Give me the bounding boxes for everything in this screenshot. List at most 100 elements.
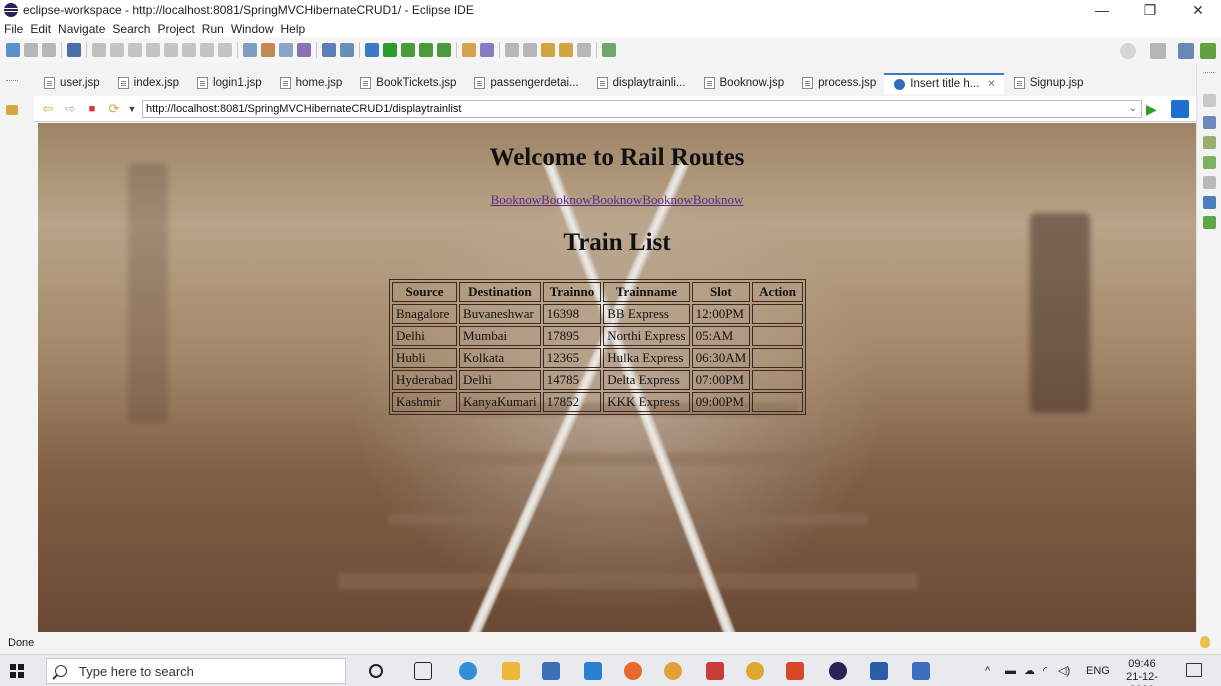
file-explorer-icon[interactable] [502,662,520,680]
servers-icon[interactable] [1203,216,1216,229]
step-return-icon[interactable] [218,43,232,57]
clock[interactable]: 09:46 21-12-2020 [1120,658,1164,686]
booknow-link[interactable]: Booknow [491,192,542,207]
suspend-icon[interactable] [128,43,142,57]
volume-icon[interactable]: ◁) [1058,655,1070,686]
new-icon[interactable] [6,43,20,57]
search-tools-icon[interactable] [480,43,494,57]
skip-breakpoints-icon[interactable] [92,43,106,57]
forward-icon[interactable] [577,43,591,57]
previous-annotation-icon[interactable] [523,43,537,57]
menu-help[interactable]: Help [281,22,306,36]
tab-signup-jsp[interactable]: Signup.jsp [1004,73,1092,93]
globe-icon[interactable] [322,43,336,57]
app-icon[interactable] [870,662,888,680]
store-icon[interactable] [542,662,560,680]
step-over-icon[interactable] [200,43,214,57]
menu-run[interactable]: Run [202,22,224,36]
palette-icon[interactable] [1203,116,1216,129]
onedrive-icon[interactable]: ☁ [1024,655,1035,686]
step-into-icon[interactable] [182,43,196,57]
booknow-link[interactable]: Booknow [592,192,643,207]
app-icon[interactable] [912,662,930,680]
new-java-project-icon[interactable] [401,43,415,57]
restore-view-icon[interactable] [6,105,18,115]
show-hidden-icons-icon[interactable]: ^ [985,655,990,686]
url-input[interactable]: http://localhost:8081/SpringMVCHibernate… [142,100,1142,118]
forward-arrow-icon[interactable]: ⇨ [62,101,78,117]
restore-button[interactable]: ❐ [1127,0,1173,20]
cortana-icon[interactable] [369,664,383,678]
resume-icon[interactable] [110,43,124,57]
close-tab-icon[interactable]: ✕ [987,79,995,90]
new-server-icon[interactable] [279,43,293,57]
tab-insert-title[interactable]: Insert title h... ✕ [884,72,1004,94]
tab-login1-jsp[interactable]: login1.jsp [187,73,270,93]
eclipse-icon[interactable] [829,662,847,680]
java-ee-perspective-icon[interactable] [1178,43,1194,59]
search-icon[interactable] [1120,43,1136,59]
booknow-link[interactable]: Booknow [541,192,592,207]
edge-icon[interactable] [459,662,477,680]
mail-icon[interactable] [584,662,602,680]
history-dropdown-icon[interactable]: ▼ [124,101,140,117]
web-browser-icon[interactable] [297,43,311,57]
disconnect-icon[interactable] [164,43,178,57]
menu-window[interactable]: Window [231,22,274,36]
menu-edit[interactable]: Edit [30,22,51,36]
tab-booknow-jsp[interactable]: Booknow.jsp [694,73,793,93]
chrome-icon[interactable] [746,662,764,680]
new-class-icon[interactable] [437,43,451,57]
tip-bulb-icon[interactable] [1200,636,1210,648]
language-indicator[interactable]: ENG [1086,655,1110,686]
tab-displaytrainlist[interactable]: displaytrainli... [587,73,694,93]
task-list-icon[interactable] [1203,136,1216,149]
task-view-icon[interactable] [414,662,432,680]
terminate-icon[interactable] [146,43,160,57]
office-icon[interactable] [786,662,804,680]
menu-file[interactable]: File [4,22,23,36]
drop-to-frame-icon[interactable] [243,43,257,57]
refresh-icon[interactable]: ⟳ [106,101,122,117]
booknow-link[interactable]: Booknow [693,192,744,207]
properties-icon[interactable] [1203,176,1216,189]
run-icon[interactable]: ▶ [1146,100,1164,118]
menu-search[interactable]: Search [112,22,150,36]
app-icon[interactable] [706,662,724,680]
menu-navigate[interactable]: Navigate [58,22,105,36]
run-icon[interactable] [383,43,397,57]
firefox-icon[interactable] [624,662,642,680]
close-button[interactable]: ✕ [1175,0,1221,20]
minimize-view-icon[interactable] [6,80,18,90]
windows-start-icon[interactable] [10,664,24,678]
tab-booktickets-jsp[interactable]: BookTickets.jsp [350,73,464,93]
taskbar-search-input[interactable]: Type here to search [46,658,346,684]
chrome-icon[interactable] [664,662,682,680]
tab-index-jsp[interactable]: index.jsp [108,73,187,93]
tab-passengerdetails[interactable]: passengerdetai... [464,73,586,93]
pin-editor-icon[interactable] [602,43,616,57]
menu-project[interactable]: Project [157,22,194,36]
terminal-icon[interactable] [67,43,81,57]
tab-process-jsp[interactable]: process.jsp [792,73,884,93]
save-icon[interactable] [24,43,38,57]
back-icon[interactable] [559,43,573,57]
back-arrow-icon[interactable]: ⇦ [40,101,56,117]
outline-icon[interactable] [1203,94,1216,107]
console-icon[interactable] [1203,196,1216,209]
use-step-filters-icon[interactable] [261,43,275,57]
tab-home-jsp[interactable]: home.jsp [270,73,351,93]
wifi-icon[interactable]: ◜ [1043,655,1047,686]
save-all-icon[interactable] [42,43,56,57]
minimize-view-icon[interactable] [1203,72,1216,85]
last-edit-icon[interactable] [541,43,555,57]
debug-icon[interactable] [365,43,379,57]
open-type-icon[interactable] [462,43,476,57]
notifications-icon[interactable] [1186,663,1202,677]
tab-user-jsp[interactable]: user.jsp [34,73,108,93]
snippets-icon[interactable] [1203,156,1216,169]
new-package-icon[interactable] [419,43,433,57]
go-icon[interactable] [1171,100,1189,118]
java-perspective-icon[interactable] [1200,43,1216,59]
open-perspective-icon[interactable] [1150,43,1166,59]
